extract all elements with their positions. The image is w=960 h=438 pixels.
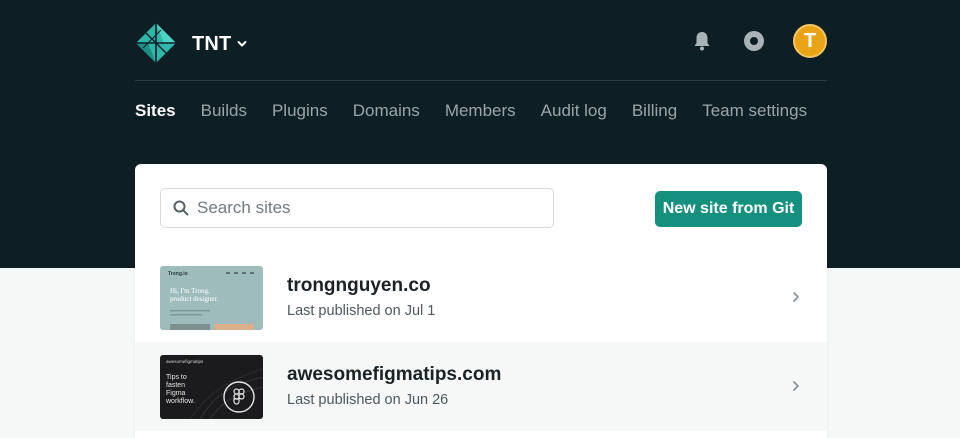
- settings-button[interactable]: [743, 30, 765, 52]
- bell-icon: [694, 32, 710, 51]
- site-thumbnail: Trong.io Hi, I'm Trong, product designer…: [160, 266, 263, 330]
- thumb-brand: awesomefigmatips: [166, 359, 204, 364]
- nav-item-domains[interactable]: Domains: [353, 101, 420, 121]
- notifications-button[interactable]: [691, 30, 713, 52]
- sites-panel: New site from Git Trong.io Hi, I'm Trong…: [135, 164, 827, 438]
- thumb-headline-1: Hi, I'm Trong,: [170, 287, 210, 295]
- nav-item-sites[interactable]: Sites: [135, 101, 176, 121]
- header-actions: T: [691, 24, 827, 58]
- site-thumbnail: awesomefigmatips Tips to fasten Figma wo…: [160, 355, 263, 419]
- search-icon: [173, 200, 189, 216]
- thumb-headline-2: product designer.: [170, 295, 218, 303]
- site-thumbnail-image: Trong.io Hi, I'm Trong, product designer…: [160, 266, 263, 330]
- thumb-brand: Trong.io: [168, 271, 188, 277]
- thumb-headline-1: Tips to: [166, 374, 187, 381]
- site-name[interactable]: trongnguyen.co: [287, 275, 431, 297]
- nav-item-audit-log[interactable]: Audit log: [541, 101, 607, 121]
- nav-item-builds[interactable]: Builds: [201, 101, 247, 121]
- site-name[interactable]: awesomefigmatips.com: [287, 364, 501, 386]
- new-site-from-git-button[interactable]: New site from Git: [655, 191, 802, 227]
- thumb-headline-3: Figma: [166, 390, 186, 397]
- nav-item-team-settings[interactable]: Team settings: [702, 101, 807, 121]
- nav-item-members[interactable]: Members: [445, 101, 516, 121]
- site-row[interactable]: awesomefigmatips Tips to fasten Figma wo…: [135, 342, 827, 431]
- site-last-published: Last published on Jun 26: [287, 392, 449, 408]
- team-name: TNT: [192, 32, 232, 55]
- avatar[interactable]: T: [793, 24, 827, 58]
- search-box[interactable]: [160, 188, 554, 228]
- site-row[interactable]: Trong.io Hi, I'm Trong, product designer…: [135, 253, 827, 342]
- chevron-right-icon: [793, 292, 799, 302]
- nav-item-plugins[interactable]: Plugins: [272, 101, 328, 121]
- thumb-headline-2: fasten: [166, 382, 185, 389]
- chevron-right-icon: [793, 381, 799, 391]
- header-divider: [135, 80, 827, 81]
- chevron-down-icon: [237, 41, 247, 47]
- thumb-headline-4: workflow.: [165, 398, 195, 405]
- search-input[interactable]: [197, 198, 537, 218]
- team-nav: Sites Builds Plugins Domains Members Aud…: [135, 101, 807, 121]
- site-last-published: Last published on Jul 1: [287, 303, 436, 319]
- site-thumbnail-image: awesomefigmatips Tips to fasten Figma wo…: [160, 355, 263, 419]
- nav-item-billing[interactable]: Billing: [632, 101, 677, 121]
- netlify-logo-icon[interactable]: [135, 22, 177, 64]
- top-bar: TNT T: [135, 22, 827, 66]
- team-switcher[interactable]: TNT: [192, 31, 247, 57]
- settings-icon: [744, 31, 764, 51]
